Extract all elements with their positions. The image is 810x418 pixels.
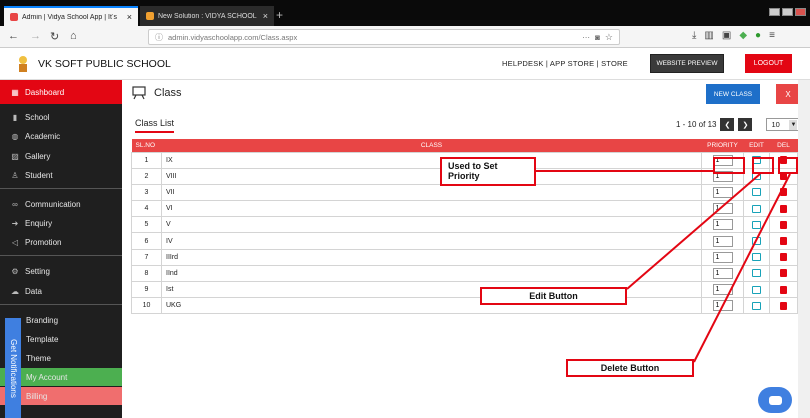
- priority-annotation: Used to Set Priority: [440, 157, 536, 186]
- annotation-lines: [536, 170, 791, 363]
- edit-annotation: Edit Button: [480, 287, 627, 306]
- delete-pointer-line: [693, 173, 791, 363]
- delete-annotation: Delete Button: [566, 359, 694, 378]
